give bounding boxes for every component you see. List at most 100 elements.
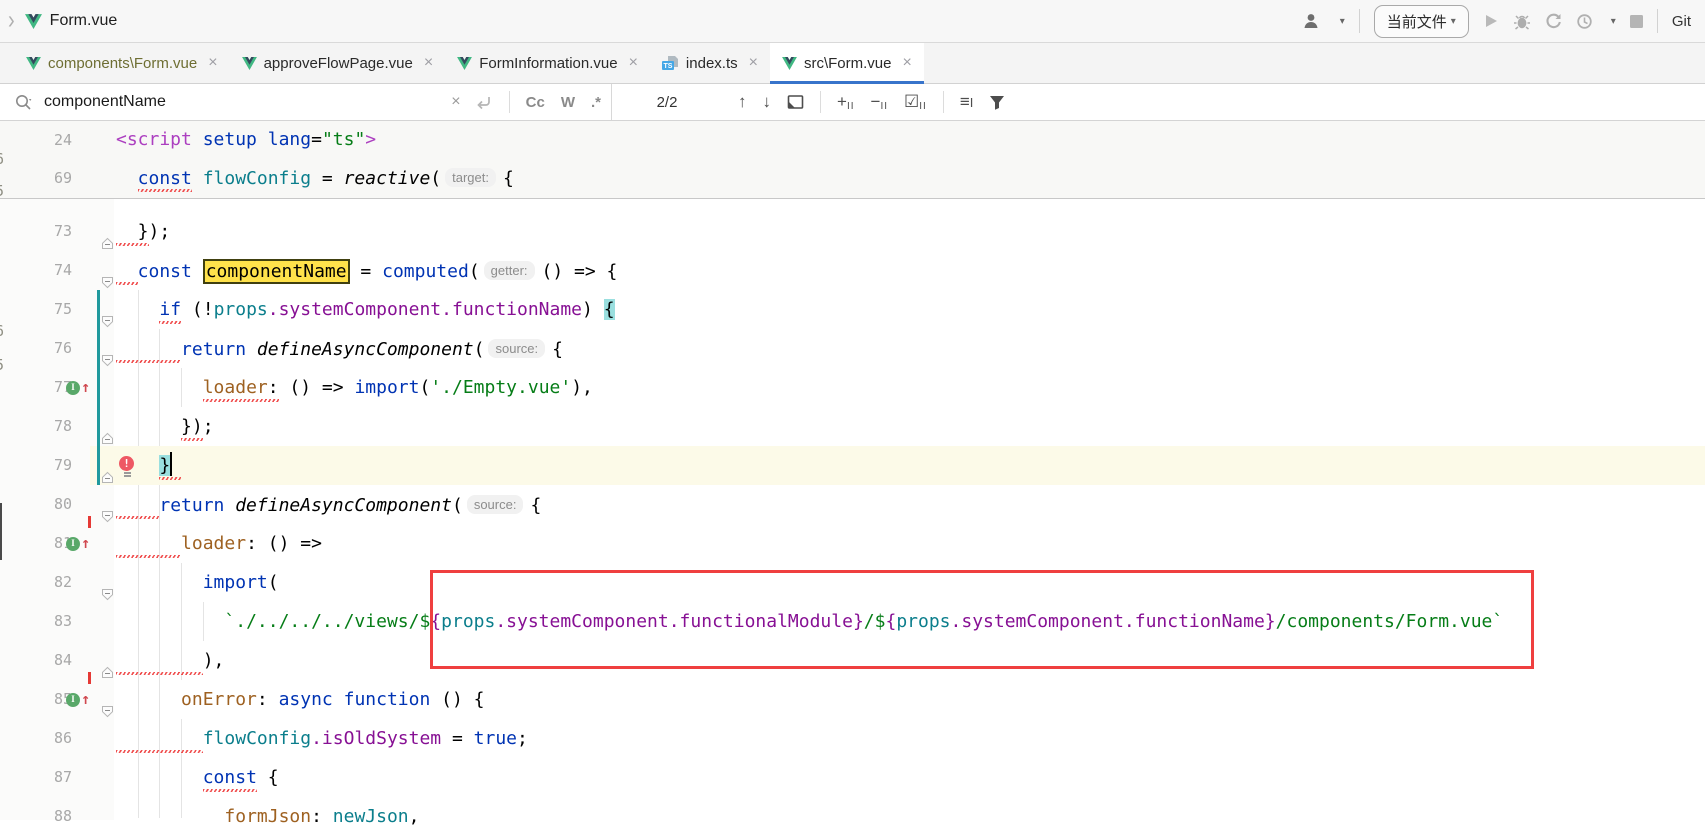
code-token: {	[552, 339, 563, 360]
code-token: setup	[203, 129, 257, 150]
code-token: )	[582, 299, 604, 320]
up-arrow-icon: ↑	[81, 692, 90, 707]
code-token	[257, 129, 268, 150]
code-token: (	[474, 339, 485, 360]
error-squiggle	[159, 321, 181, 324]
code-token: (!	[181, 299, 214, 320]
code-token: flowConfig	[203, 728, 311, 749]
line-number: 86	[0, 719, 72, 758]
error-squiggle	[116, 282, 138, 285]
gutter-implement-icon[interactable]: I↑	[66, 380, 90, 395]
line-number: 74	[0, 251, 72, 290]
vcs-deleted-lines-marker[interactable]	[88, 672, 91, 684]
line-number: 85	[0, 680, 72, 719]
error-squiggle	[203, 789, 257, 792]
code-token: (	[419, 377, 430, 398]
code-token: ;	[517, 728, 528, 749]
code-token: >	[365, 129, 376, 150]
code-token: {	[503, 168, 514, 189]
code-token: lang	[268, 129, 311, 150]
line-number: 24	[0, 121, 72, 159]
code-line-85: 85I↑onError: async function () {	[0, 680, 1705, 719]
code-token: loader	[181, 533, 246, 554]
code-line-74: 74 const componentName = computed(getter:…	[0, 251, 1705, 290]
code-token: return	[159, 495, 235, 516]
error-squiggle	[203, 399, 279, 402]
error-squiggle	[181, 438, 203, 441]
clipped-gutter-digit: 6	[0, 150, 7, 168]
code-text: const componentName = computed(getter:()…	[116, 251, 617, 291]
code-token: loader	[203, 377, 268, 398]
error-squiggle	[116, 672, 203, 675]
code-token: .systemComponent.functionName	[268, 299, 582, 320]
code-token: const	[138, 168, 203, 189]
code-token: });	[181, 416, 214, 437]
code-token: computed	[382, 261, 469, 282]
gutter-implement-icon[interactable]: I↑	[66, 536, 90, 551]
code-token: =	[311, 168, 344, 189]
code-token: ,	[409, 806, 420, 827]
fold-start-icon[interactable]	[101, 342, 114, 381]
vcs-deleted-lines-marker[interactable]	[88, 516, 91, 528]
code-token: <script	[116, 129, 192, 150]
code-token: {	[530, 495, 541, 516]
up-arrow-icon: ↑	[81, 536, 90, 551]
code-token: import	[203, 572, 268, 593]
code-line-75: 75if (!props.systemComponent.functionNam…	[0, 290, 1705, 329]
code-text: formJson: newJson,	[116, 797, 419, 836]
code-line-69: 69const flowConfig = reactive(target:{	[0, 159, 1705, 197]
code-text: import(	[116, 563, 279, 602]
code-token: `./../../../views/$	[224, 611, 430, 632]
fold-start-icon[interactable]	[101, 303, 114, 342]
sticky-lines-panel: 24<script setup lang="ts">69const flowCo…	[0, 121, 1705, 199]
code-token: true	[474, 728, 517, 749]
code-token: (	[469, 261, 480, 282]
code-line-24: 24 <script setup lang="ts">	[0, 121, 1705, 159]
fold-end-icon[interactable]	[101, 420, 114, 459]
line-number: 78	[0, 407, 72, 446]
code-token: if	[159, 299, 181, 320]
error-squiggle	[116, 243, 149, 246]
code-line-73: 73});	[0, 212, 1705, 251]
code-token: defineAsyncComponent	[257, 339, 474, 360]
code-token: =	[441, 728, 474, 749]
current-line-highlight	[90, 446, 1705, 485]
gutter-implement-icon[interactable]: I↑	[66, 692, 90, 707]
code-token: {	[604, 299, 615, 320]
code-token: './Empty.vue'	[430, 377, 571, 398]
fold-end-icon[interactable]	[101, 459, 114, 498]
fold-start-icon[interactable]	[101, 693, 114, 732]
code-token: ),	[571, 377, 593, 398]
inlay-hint: getter:	[484, 261, 535, 280]
inlay-hint: source:	[488, 339, 545, 358]
code-token: :	[311, 806, 333, 827]
code-token: flowConfig	[203, 168, 311, 189]
code-editor[interactable]: 73});74 const componentName = computed(ge…	[0, 0, 1705, 820]
code-text: loader: () => import('./Empty.vue'),	[116, 368, 593, 407]
fold-start-icon[interactable]	[101, 264, 114, 303]
fold-end-icon[interactable]	[101, 225, 114, 264]
line-number: 76	[0, 329, 72, 368]
code-token: (	[452, 495, 463, 516]
clipped-gutter-digit: 6	[0, 322, 7, 340]
code-text: <script setup lang="ts">	[116, 121, 376, 159]
code-text: return defineAsyncComponent(source: {	[116, 329, 563, 369]
vcs-changed-lines-bar[interactable]	[97, 290, 100, 485]
fold-start-icon[interactable]	[101, 498, 114, 537]
inlay-hint: target:	[445, 168, 496, 187]
code-line-79: 79!}	[0, 446, 1705, 485]
code-token: return	[181, 339, 257, 360]
code-token: .isOldSystem	[311, 728, 441, 749]
code-token	[192, 129, 203, 150]
code-text: return defineAsyncComponent(source:{	[116, 485, 541, 525]
line-number: 75	[0, 290, 72, 329]
error-squiggle	[138, 189, 192, 192]
line-number: 81	[0, 524, 72, 563]
code-token: () {	[430, 689, 484, 710]
fold-end-icon[interactable]	[101, 654, 114, 693]
fold-start-icon[interactable]	[101, 576, 114, 615]
code-token: async	[279, 689, 333, 710]
code-token: =	[311, 129, 322, 150]
code-token: : () =>	[246, 533, 322, 554]
line-number: 79	[0, 446, 72, 485]
